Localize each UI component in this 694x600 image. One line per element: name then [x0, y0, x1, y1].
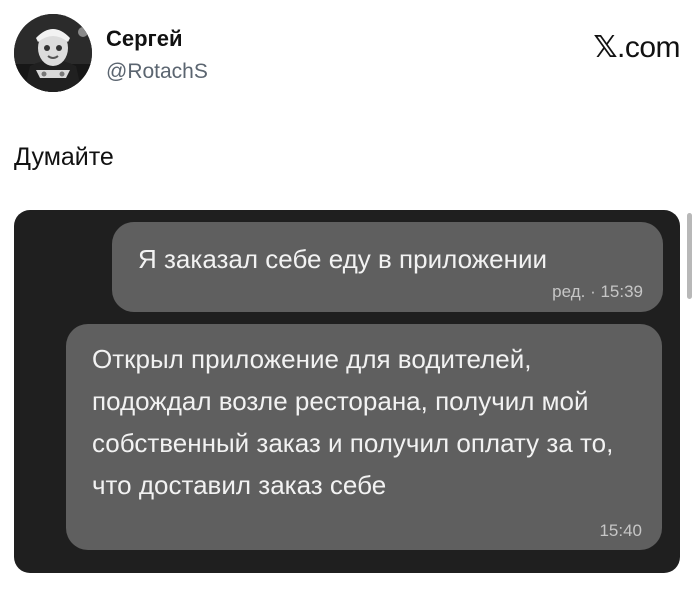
profile-photo-icon: [14, 14, 92, 92]
chat-screenshot: Я заказал себе еду в приложении ред. · 1…: [14, 210, 680, 573]
author-name[interactable]: Сергей: [106, 26, 182, 52]
site-domain: .com: [616, 31, 681, 64]
message-timestamp: ред. · 15:39: [552, 282, 643, 301]
message-timestamp: 15:40: [599, 521, 642, 540]
x-logo-icon: 𝕏: [593, 30, 617, 65]
outgoing-message: Я заказал себе еду в приложении ред. · 1…: [112, 222, 663, 312]
tweet-header: Сергей @RotachS 𝕏.com: [14, 14, 681, 94]
scrollbar[interactable]: [687, 213, 692, 299]
message-text: Я заказал себе еду в приложении: [138, 244, 547, 274]
tweet-text: Думайте: [14, 143, 114, 171]
incoming-message: Открыл приложение для водителей, подожда…: [66, 324, 662, 550]
avatar[interactable]: [14, 14, 92, 92]
author-handle[interactable]: @RotachS: [106, 60, 208, 84]
site-logo: 𝕏.com: [593, 30, 680, 65]
message-text: Открыл приложение для водителей, подожда…: [92, 344, 614, 500]
